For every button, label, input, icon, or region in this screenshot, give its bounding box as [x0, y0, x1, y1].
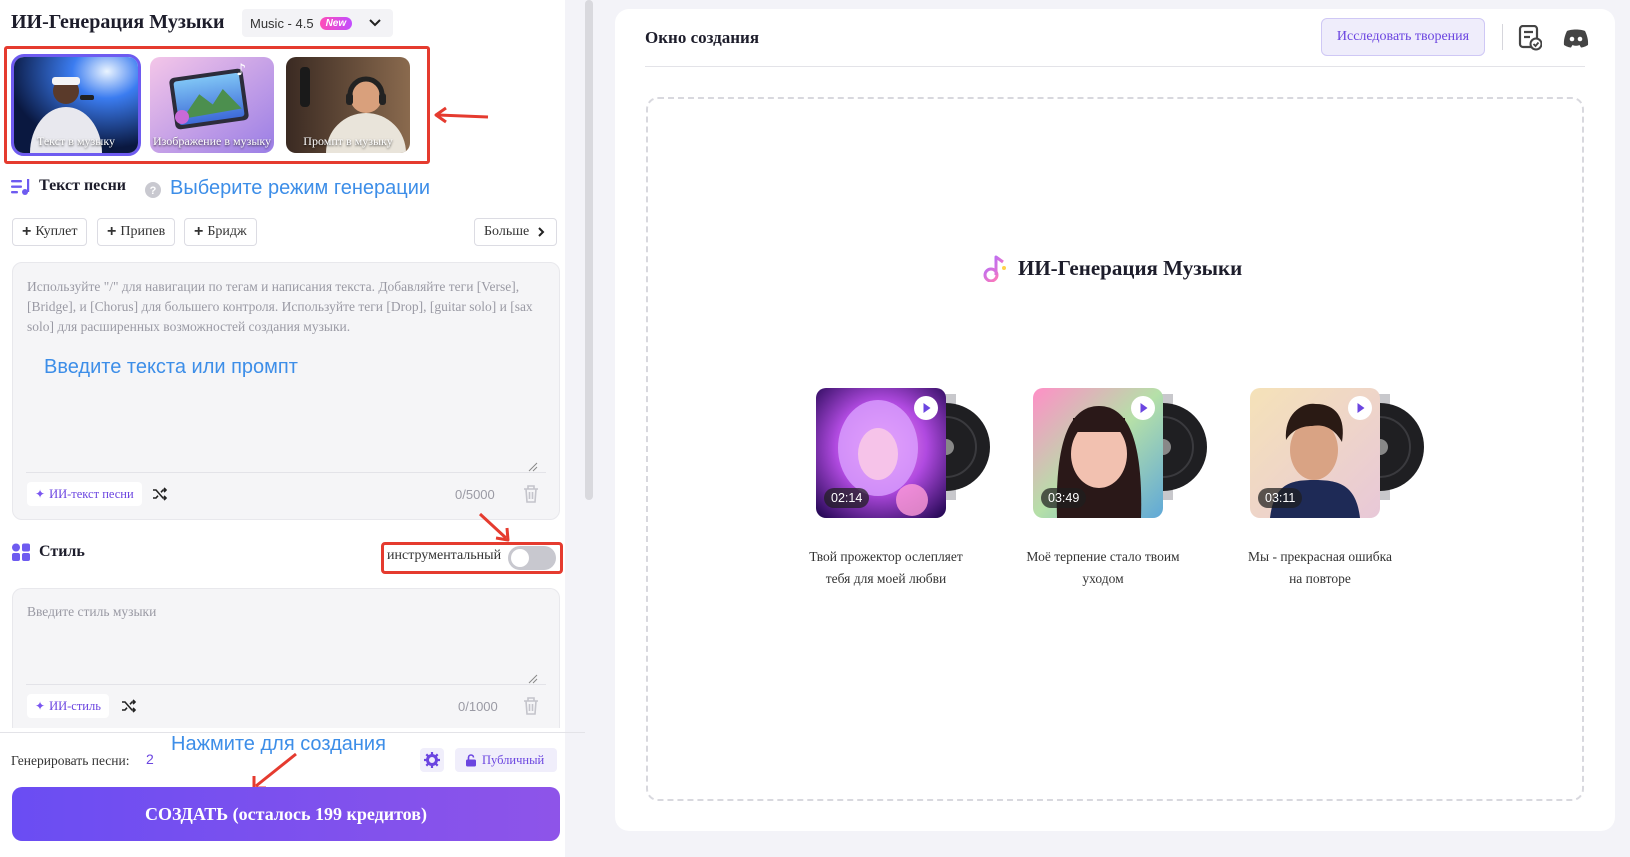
style-divider — [26, 684, 546, 685]
chevron-down-icon — [369, 19, 381, 27]
generate-count-label: Генерировать песни: — [11, 753, 130, 768]
mode-label-text-to-music: Текст в музыку — [36, 134, 116, 148]
annotation-arrow-icon — [478, 512, 510, 542]
history-icon[interactable] — [1518, 25, 1542, 51]
generate-count-value[interactable]: 2 — [146, 751, 154, 767]
discord-icon[interactable] — [1563, 28, 1589, 48]
annotation-arrow-icon — [252, 752, 297, 790]
create-button[interactable]: СОЗДАТЬ (осталось 199 кредитов) — [12, 787, 560, 841]
style-icon — [12, 543, 30, 561]
song-title: Мы - прекрасная ошибка на повторе — [1248, 549, 1392, 586]
lyrics-divider — [26, 472, 546, 473]
page-title: ИИ-Генерация Музыки — [11, 11, 225, 33]
instrumental-toggle-knob — [511, 549, 529, 567]
center-title-text: ИИ-Генерация Музыки — [1018, 255, 1243, 280]
ai-style-button[interactable]: ✦ ИИ-стиль — [27, 694, 109, 718]
style-placeholder: Введите стиль музыки — [27, 604, 157, 619]
plus-icon: + — [107, 223, 117, 240]
play-icon[interactable] — [914, 396, 938, 420]
mode-card-image-to-music[interactable]: ♪ Изображение в музыку — [150, 57, 274, 153]
tag-chorus-button[interactable]: + Припев — [97, 218, 176, 246]
svg-text:?: ? — [150, 185, 157, 197]
lyrics-icon — [11, 179, 30, 195]
mode-card-text-to-music[interactable]: Текст в музыку — [11, 54, 141, 156]
model-label: Music - 4.5 — [250, 15, 314, 31]
lyrics-counter: 0/5000 — [455, 487, 495, 502]
creation-panel-divider — [645, 66, 1585, 67]
left-scrollbar[interactable] — [585, 0, 593, 500]
more-tags-button[interactable]: Больше — [474, 218, 558, 246]
plus-icon: + — [22, 223, 32, 240]
model-select[interactable]: Music - 4.5 New — [242, 9, 393, 37]
explore-creations-button[interactable]: Исследовать творения — [1321, 18, 1485, 56]
mode-label-image-to-music: Изображение в музыку — [152, 134, 272, 148]
creation-panel-title: Окно создания — [645, 28, 760, 47]
resize-grip-icon[interactable] — [528, 674, 538, 684]
mode-card-prompt-to-music[interactable]: Промпт в музыку — [286, 57, 410, 153]
gear-icon — [424, 752, 440, 768]
trash-icon[interactable] — [522, 696, 540, 716]
song-duration: 03:11 — [1258, 488, 1303, 508]
annotation-arrow-icon — [434, 106, 489, 124]
instrumental-label: инструментальный — [387, 548, 502, 563]
public-toggle-button[interactable]: Публичный — [455, 748, 557, 772]
style-counter: 0/1000 — [458, 699, 498, 714]
song-title: Моё терпение стало твоим уходом — [1026, 549, 1180, 586]
plus-icon: + — [194, 223, 204, 240]
lyrics-placeholder: Используйте "/" для навигации по тегам и… — [27, 279, 533, 334]
song-duration: 03:49 — [1041, 488, 1087, 508]
model-new-badge: New — [319, 16, 353, 30]
play-icon[interactable] — [1131, 396, 1155, 420]
tag-verse-button[interactable]: + Куплет — [12, 218, 88, 246]
tag-bridge-button[interactable]: + Бридж — [184, 218, 257, 246]
svg-text:♪: ♪ — [236, 60, 246, 79]
ai-lyrics-button[interactable]: ✦ ИИ-текст песни — [27, 482, 142, 506]
header-separator — [1502, 24, 1503, 50]
chevron-right-icon — [538, 227, 545, 237]
shuffle-icon[interactable] — [152, 486, 168, 502]
lyrics-title: Текст песни — [39, 177, 126, 194]
lock-icon — [466, 753, 476, 766]
play-icon[interactable] — [1348, 396, 1372, 420]
help-icon[interactable]: ? — [145, 182, 161, 198]
annotation-lyrics-hint: Введите текста или промпт — [44, 356, 298, 378]
annotation-mode-hint: Выберите режим генерации — [170, 177, 431, 199]
music-note-icon — [983, 255, 1006, 282]
center-title: ИИ-Генерация Музыки — [982, 254, 1242, 282]
mode-label-prompt-to-music: Промпт в музыку — [303, 134, 393, 148]
song-duration: 02:14 — [824, 488, 870, 508]
settings-button[interactable] — [420, 748, 444, 772]
style-title: Стиль — [39, 543, 85, 560]
sparkle-icon: ✦ — [35, 487, 46, 501]
song-title: Твой прожектор ослепляет тебя для моей л… — [809, 549, 963, 586]
resize-grip-icon[interactable] — [528, 462, 538, 472]
shuffle-icon[interactable] — [121, 698, 137, 714]
trash-icon[interactable] — [522, 484, 540, 504]
sparkle-icon: ✦ — [35, 699, 46, 713]
